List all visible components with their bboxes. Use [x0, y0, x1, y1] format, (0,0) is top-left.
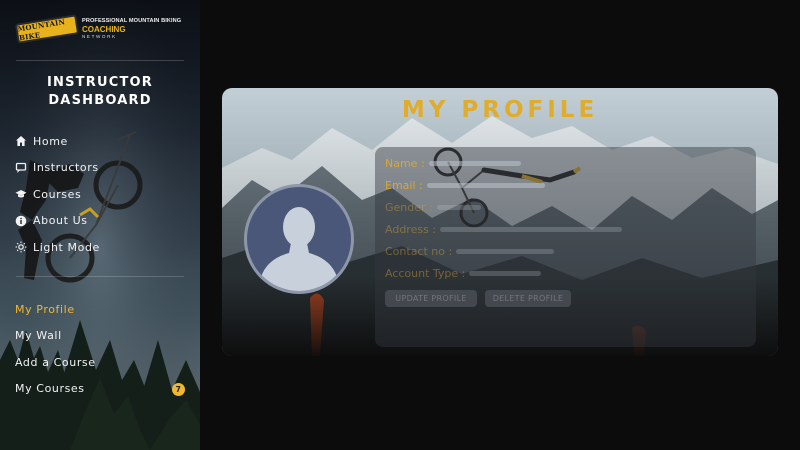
nav-item-instructors[interactable]: Instructors: [15, 155, 185, 182]
main-nav: Home Instructors Courses About Us Light …: [15, 128, 185, 261]
subnav-item-my-courses[interactable]: My Courses 7: [15, 376, 185, 403]
subnav-item-label: My Wall: [15, 329, 62, 343]
info-label-name: Name :: [385, 156, 425, 170]
sun-icon: [15, 241, 27, 253]
nav-item-about-us[interactable]: About Us: [15, 208, 185, 235]
sidebar: MOUNTAIN BIKE PROFESSIONAL MOUNTAIN BIKI…: [0, 0, 200, 450]
dashboard-title-line2: DASHBOARD: [48, 93, 152, 108]
brand-logo[interactable]: MOUNTAIN BIKE PROFESSIONAL MOUNTAIN BIKI…: [14, 14, 186, 44]
graduation-cap-icon: [15, 188, 27, 200]
nav-item-label: Courses: [33, 187, 82, 201]
app-root: MOUNTAIN BIKE PROFESSIONAL MOUNTAIN BIKI…: [0, 0, 800, 450]
brand-text: PROFESSIONAL MOUNTAIN BIKING COACHING NE…: [82, 17, 182, 39]
nav-item-courses[interactable]: Courses: [15, 181, 185, 208]
profile-card: MY PROFILE Name : Email : Gender : Addre…: [222, 88, 778, 356]
home-icon: [15, 135, 27, 147]
info-row-email: Email :: [385, 177, 545, 193]
info-value-placeholder: [428, 160, 521, 166]
brand-divider: [16, 60, 184, 61]
nav-item-label: Instructors: [33, 161, 99, 175]
info-icon: [15, 215, 27, 227]
dashboard-title-line1: INSTRUCTOR: [47, 75, 153, 90]
info-label-gender: Gender :: [385, 200, 433, 214]
nav-item-home[interactable]: Home: [15, 128, 185, 155]
info-value-placeholder: [469, 270, 542, 276]
info-row-contact: Contact no :: [385, 243, 555, 259]
nav-item-label: About Us: [33, 214, 88, 228]
info-value-placeholder: [426, 182, 545, 188]
nav-item-light-mode[interactable]: Light Mode: [15, 234, 185, 261]
subnav-item-label: My Profile: [15, 302, 75, 316]
info-label-contact: Contact no :: [385, 244, 453, 258]
brand-badge: MOUNTAIN BIKE: [14, 14, 80, 44]
info-value-placeholder: [440, 226, 623, 232]
subnav-item-label: Add a Course: [15, 355, 96, 369]
info-row-gender: Gender :: [385, 199, 481, 215]
profile-avatar[interactable]: [244, 184, 354, 294]
user-silhouette-icon: [259, 207, 339, 291]
dashboard-title: INSTRUCTOR DASHBOARD: [0, 74, 200, 110]
subnav-item-label: My Courses: [15, 382, 85, 396]
info-row-name: Name :: [385, 155, 521, 171]
profile-nav: My Profile My Wall Add a Course My Cours…: [15, 296, 185, 402]
chat-icon: [15, 162, 27, 174]
profile-info-panel: Name : Email : Gender : Address : Contac…: [375, 147, 756, 347]
nav-item-label: Home: [33, 134, 68, 148]
subnav-item-my-profile[interactable]: My Profile: [15, 296, 185, 323]
nav-divider: [16, 276, 184, 277]
brand-line2: COACHING: [82, 24, 126, 34]
info-row-account-type: Account Type :: [385, 265, 542, 281]
subnav-item-my-wall[interactable]: My Wall: [15, 323, 185, 350]
update-profile-button[interactable]: UPDATE PROFILE: [385, 290, 477, 307]
profile-title: MY PROFILE: [401, 97, 599, 123]
info-value-placeholder: [436, 204, 481, 210]
info-label-account-type: Account Type :: [385, 266, 466, 280]
info-value-placeholder: [456, 248, 555, 254]
delete-profile-button[interactable]: DELETE PROFILE: [485, 290, 571, 307]
courses-count-badge: 7: [172, 382, 185, 396]
nav-item-label: Light Mode: [33, 240, 100, 254]
info-row-address: Address :: [385, 221, 623, 237]
info-label-address: Address :: [385, 222, 437, 236]
brand-line1: PROFESSIONAL MOUNTAIN BIKING: [82, 17, 182, 24]
subnav-item-add-course[interactable]: Add a Course: [15, 349, 185, 376]
info-label-email: Email :: [385, 178, 423, 192]
brand-line3: NETWORK: [82, 33, 117, 39]
